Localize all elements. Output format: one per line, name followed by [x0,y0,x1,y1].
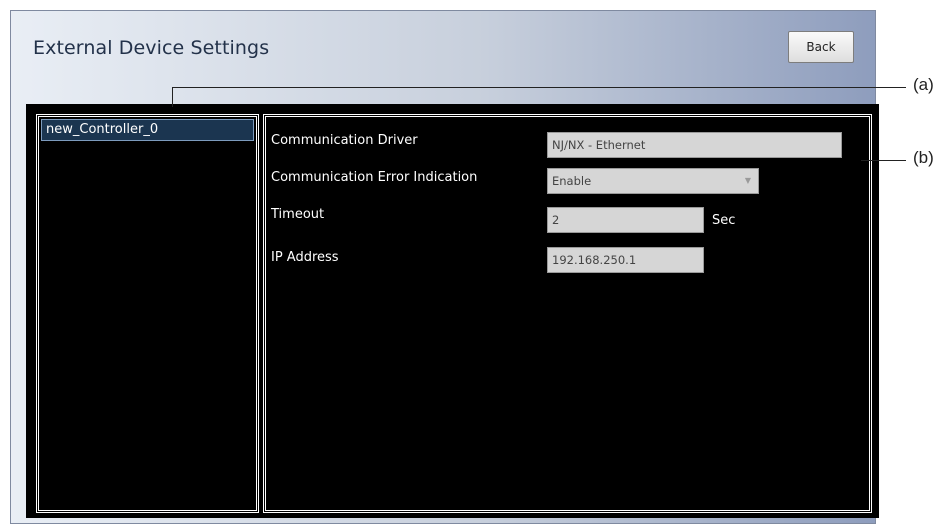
device-list-panel: new_Controller_0 [36,114,259,513]
communication-driver-field: NJ/NX - Ethernet [547,132,842,158]
settings-content-area: new_Controller_0 Communication Driver NJ… [26,104,879,518]
callout-a-drop [172,87,173,107]
ip-address-input[interactable]: 192.168.250.1 [547,247,704,273]
timeout-label: Timeout [271,207,325,222]
page-title: External Device Settings [33,37,270,59]
timeout-unit-label: Sec [712,213,736,228]
callout-a-label: (a) [913,75,934,94]
back-button[interactable]: Back [788,31,854,63]
device-settings-panel: Communication Driver NJ/NX - Ethernet Co… [263,114,872,513]
chevron-down-icon: ▼ [744,176,751,185]
callout-b-label: (b) [913,148,934,167]
dropdown-value: Enable [552,174,592,188]
device-list-item-new-controller-0[interactable]: new_Controller_0 [41,119,254,141]
communication-driver-label: Communication Driver [271,133,418,148]
communication-error-indication-dropdown[interactable]: Enable ▼ [547,168,759,194]
callout-b-line [861,160,906,161]
communication-error-indication-label: Communication Error Indication [271,170,478,185]
timeout-input[interactable]: 2 [547,207,704,233]
callout-a-line [172,87,906,88]
ip-address-label: IP Address [271,250,339,265]
